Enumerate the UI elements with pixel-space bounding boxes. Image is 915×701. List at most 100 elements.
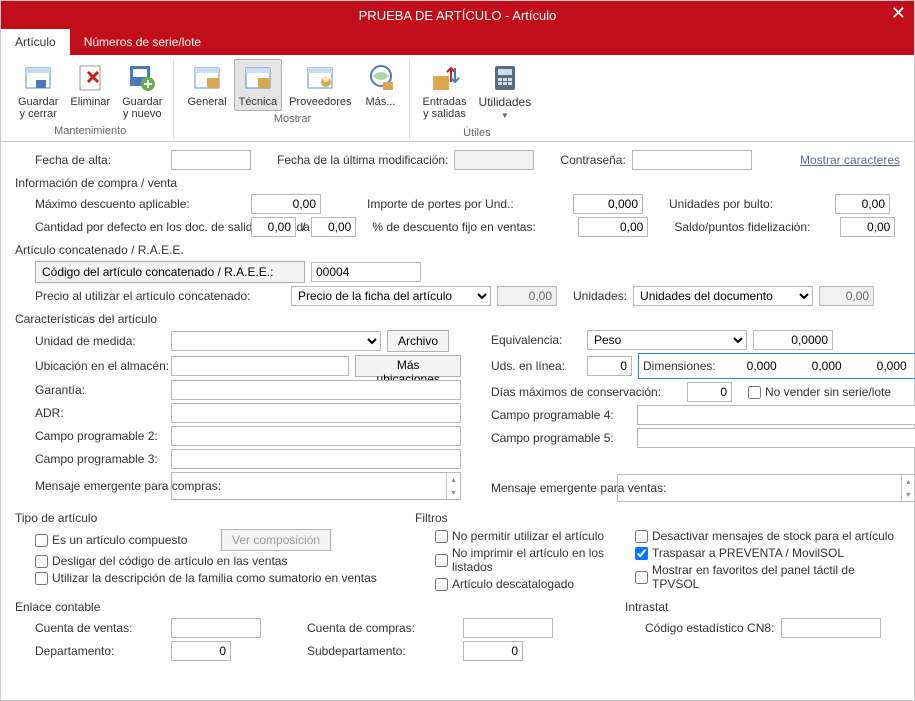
chk-util-desc[interactable]: Utilizar la descripción de la familia co… xyxy=(15,571,377,585)
section-filtros: Filtros xyxy=(415,511,615,525)
cod-concat-button[interactable]: Código del artículo concatenado / R.A.E.… xyxy=(35,261,305,283)
saldo-input[interactable] xyxy=(840,217,895,237)
cod-concat-input[interactable] xyxy=(311,262,421,282)
cant-def1-input[interactable] xyxy=(251,217,296,237)
imp-port-input[interactable] xyxy=(573,194,643,214)
uds-linea-input[interactable] xyxy=(587,356,632,376)
cp3-input[interactable] xyxy=(171,449,461,469)
ribbon-save-new[interactable]: Guardar y nuevo xyxy=(117,59,167,123)
ribbon-save-close[interactable]: Guardar y cerrar xyxy=(13,59,63,123)
ribbon: Guardar y cerrar Eliminar Guardar y nuev… xyxy=(1,55,914,142)
ubicacion-input[interactable] xyxy=(171,356,349,376)
max-desc-input[interactable] xyxy=(251,194,321,214)
cta-compras-input[interactable] xyxy=(463,618,553,638)
ribbon-ent-sal[interactable]: Entradas y salidas xyxy=(418,59,472,125)
ribbon-utilidades[interactable]: Utilidades▼ xyxy=(474,59,537,125)
fecha-alta-input[interactable] xyxy=(171,150,251,170)
adr-input[interactable] xyxy=(171,403,461,423)
entsal-icon xyxy=(429,62,461,94)
titlebar: PRUEBA DE ARTÍCULO - Artículo ✕ xyxy=(1,1,914,29)
precio-concat-value xyxy=(497,286,557,306)
archivo-button[interactable]: Archivo xyxy=(387,330,449,352)
general-icon xyxy=(191,62,223,94)
form-body: Fecha de alta: Fecha de la última modifi… xyxy=(1,142,914,672)
dim1-input[interactable] xyxy=(726,356,781,376)
window-title: PRUEBA DE ARTÍCULO - Artículo xyxy=(359,8,557,23)
cta-ventas-input[interactable] xyxy=(171,618,261,638)
ribbon-group-utils: Útiles xyxy=(463,127,491,139)
ribbon-tecnica[interactable]: Técnica xyxy=(234,59,283,111)
close-icon[interactable]: ✕ xyxy=(891,3,906,24)
dim3-input[interactable] xyxy=(856,356,911,376)
chevron-down-icon: ▼ xyxy=(501,111,509,120)
msg-comp-textarea[interactable]: ▴▾ xyxy=(171,472,461,500)
ribbon-proveedores[interactable]: Proveedores xyxy=(284,59,356,111)
lbl-cp4: Campo programable 4: xyxy=(491,408,631,422)
lbl-precio-concat: Precio al utilizar el artículo concatena… xyxy=(15,289,285,303)
ribbon-general[interactable]: General xyxy=(182,59,231,111)
tab-series[interactable]: Números de serie/lote xyxy=(70,29,215,55)
cp4-input[interactable] xyxy=(637,405,915,425)
section-enlace: Enlace contable xyxy=(15,600,615,614)
chk-traspasar[interactable]: Traspasar a PREVENTA / MovilSOL xyxy=(625,546,844,560)
lbl-cta-compras: Cuenta de compras: xyxy=(307,621,457,635)
msg-vent-textarea[interactable]: ▴▾ xyxy=(617,474,915,502)
cn8-input[interactable] xyxy=(781,618,881,638)
unidad-med-select[interactable] xyxy=(171,331,381,351)
pct-desc-input[interactable] xyxy=(578,217,648,237)
spin-down-icon[interactable]: ▾ xyxy=(446,486,460,499)
chk-desac-stock[interactable]: Desactivar mensajes de stock para el art… xyxy=(625,529,894,543)
garantia-input[interactable] xyxy=(171,380,461,400)
mostrar-caracteres-link[interactable]: Mostrar caracteres xyxy=(800,153,900,167)
precio-concat-select[interactable]: Precio de la ficha del artículo xyxy=(291,286,491,306)
ribbon-delete[interactable]: Eliminar xyxy=(65,59,115,123)
lbl-unidad-med: Unidad de medida: xyxy=(15,334,165,348)
lbl-unidades: Unidades: xyxy=(573,289,627,303)
tab-strip: Artículo Números de serie/lote xyxy=(1,29,914,55)
chk-es-comp[interactable]: Es un artículo compuesto xyxy=(15,533,215,547)
chk-no-permitir[interactable]: No permitir utilizar el artículo xyxy=(415,529,604,543)
lbl-cp2: Campo programable 2: xyxy=(15,429,165,443)
section-concat: Artículo concatenado / R.A.E.E. xyxy=(15,243,900,257)
fecha-mod-input xyxy=(454,150,534,170)
dim2-input[interactable] xyxy=(791,356,846,376)
section-compra-venta: Información de compra / venta xyxy=(15,176,900,190)
prov-icon xyxy=(304,62,336,94)
cp2-input[interactable] xyxy=(171,426,461,446)
spin-up-icon[interactable]: ▴ xyxy=(446,473,460,486)
lbl-garantia: Garantía: xyxy=(15,383,165,397)
contrasena-input[interactable] xyxy=(632,150,752,170)
ver-comp-button[interactable]: Ver composición xyxy=(221,529,331,551)
depto-input[interactable] xyxy=(171,641,231,661)
spin-down-icon[interactable]: ▾ xyxy=(901,488,915,501)
mas-icon xyxy=(365,62,397,94)
ribbon-group-maint: Mantenimiento xyxy=(54,125,126,137)
und-bulto-input[interactable] xyxy=(835,194,890,214)
chk-favoritos[interactable]: Mostrar en favoritos del panel táctil de… xyxy=(625,563,900,591)
lbl-cp5: Campo programable 5: xyxy=(491,431,631,445)
chk-desligar[interactable]: Desligar del código de artículo en las v… xyxy=(15,554,287,568)
tab-articulo[interactable]: Artículo xyxy=(1,29,70,55)
lbl-cp3: Campo programable 3: xyxy=(15,452,165,466)
delete-icon xyxy=(74,62,106,94)
mas-ubic-button[interactable]: Más ubicaciones xyxy=(355,355,461,377)
chk-no-vender[interactable]: No vender sin serie/lote xyxy=(748,385,891,399)
equiv-value[interactable] xyxy=(753,330,833,350)
cp5-input[interactable] xyxy=(637,428,915,448)
ribbon-mas[interactable]: Más... xyxy=(359,59,403,111)
unidades-value xyxy=(819,286,874,306)
tecnica-icon xyxy=(242,62,274,94)
equiv-select[interactable]: Peso xyxy=(587,330,747,350)
lbl-depto: Departamento: xyxy=(15,644,165,658)
cant-def2-input[interactable] xyxy=(311,217,356,237)
dias-max-input[interactable] xyxy=(687,382,732,402)
chk-descatalogado[interactable]: Artículo descatalogado xyxy=(415,577,574,591)
unidades-select[interactable]: Unidades del documento xyxy=(633,286,813,306)
subdepto-input[interactable] xyxy=(463,641,523,661)
chk-no-imprimir[interactable]: No imprimir el artículo en los listados xyxy=(415,546,615,574)
lbl-contrasena: Contraseña: xyxy=(560,153,625,167)
lbl-cn8: Código estadístico CN8: xyxy=(625,621,775,635)
lbl-cant-def: Cantidad por defecto en los doc. de sali… xyxy=(15,220,245,234)
spin-up-icon[interactable]: ▴ xyxy=(901,475,915,488)
save-new-icon xyxy=(126,62,158,94)
